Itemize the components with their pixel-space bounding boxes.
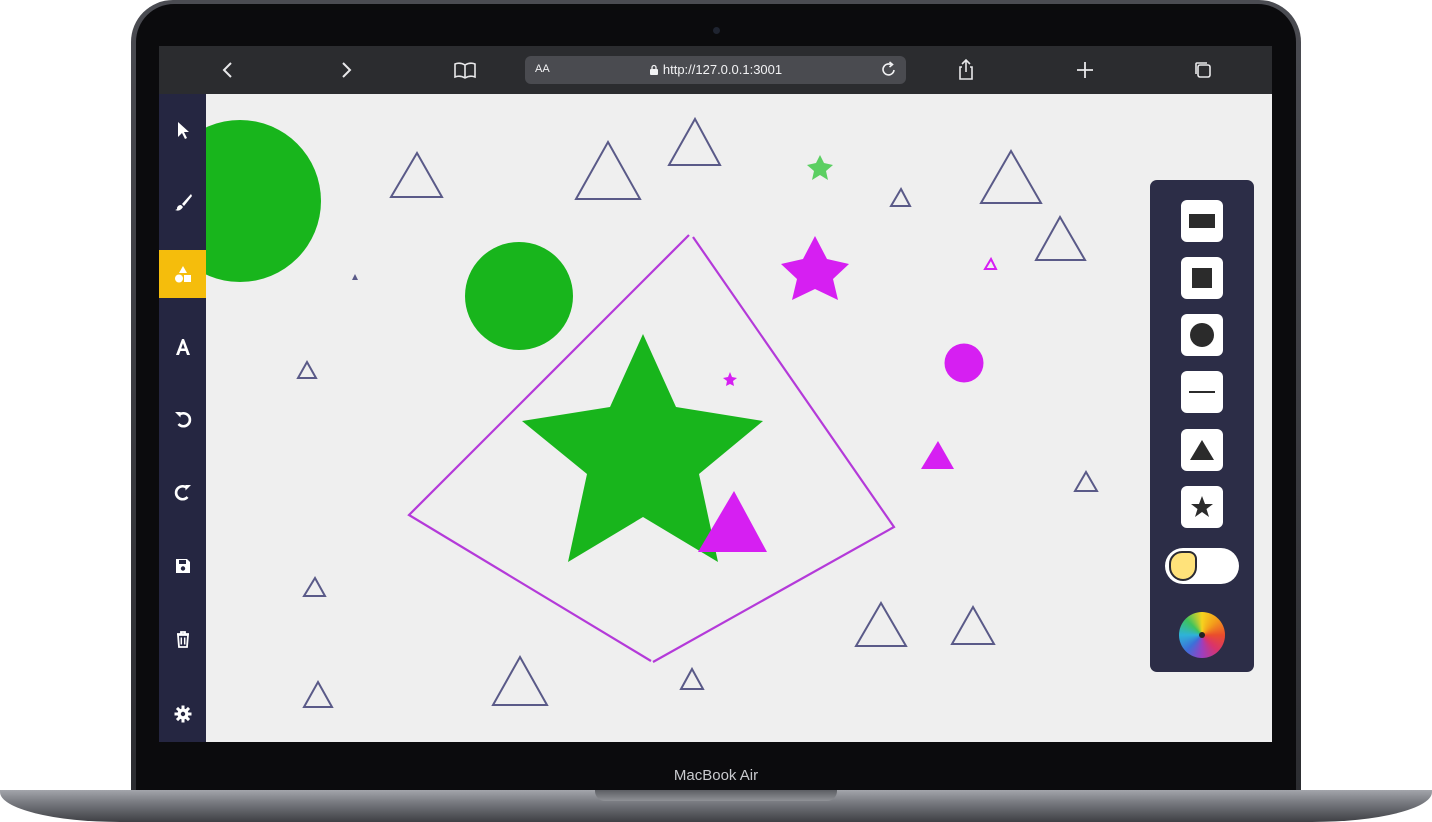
camera-icon xyxy=(713,27,720,34)
line-icon xyxy=(1189,391,1215,393)
circle-shape-button[interactable] xyxy=(1181,314,1223,356)
drawing-canvas[interactable] xyxy=(206,94,1272,742)
shape-triangle-outline[interactable] xyxy=(296,359,318,379)
shape-triangle[interactable] xyxy=(352,274,358,280)
toggle-knob xyxy=(1169,551,1197,581)
save-icon xyxy=(175,559,190,573)
settings-button[interactable] xyxy=(159,690,206,738)
chevron-right-icon[interactable] xyxy=(330,54,362,86)
shape-triangle-outline[interactable] xyxy=(389,151,444,198)
shape-triangle-outline[interactable] xyxy=(950,604,996,645)
fill-toggle[interactable] xyxy=(1165,548,1239,584)
undo-icon xyxy=(174,412,191,428)
shape-triangle-outline[interactable] xyxy=(302,576,327,597)
brush-icon xyxy=(174,194,192,211)
shape-star[interactable] xyxy=(807,155,833,180)
gear-icon xyxy=(174,705,191,723)
address-bar[interactable]: AA http://127.0.0.1:3001 xyxy=(525,56,906,84)
rectangle-icon xyxy=(1189,214,1215,228)
triangle-shape-button[interactable] xyxy=(1181,429,1223,471)
triangle-icon xyxy=(1190,440,1214,460)
shape-triangle-outline[interactable] xyxy=(302,679,334,708)
shape-triangle-outline[interactable] xyxy=(979,148,1043,204)
brush-tool-button[interactable] xyxy=(159,178,206,226)
text-icon xyxy=(175,339,190,355)
shape-triangle-outline[interactable] xyxy=(1073,470,1099,492)
shape-circle[interactable] xyxy=(944,343,984,383)
shapes-tool-button[interactable] xyxy=(159,250,206,298)
screen: AA http://127.0.0.1:3001 xyxy=(159,46,1272,742)
shape-star[interactable] xyxy=(723,372,737,386)
tabs-icon[interactable] xyxy=(1187,54,1219,86)
shape-circle[interactable] xyxy=(465,242,573,350)
left-toolbar xyxy=(159,94,206,742)
star-shape-button[interactable] xyxy=(1181,486,1223,528)
shapes-icon xyxy=(174,266,191,283)
delete-button[interactable] xyxy=(159,615,206,663)
star-icon xyxy=(1191,496,1213,517)
square-icon xyxy=(1192,268,1212,288)
select-tool-button[interactable] xyxy=(159,106,206,154)
shape-circle[interactable] xyxy=(206,120,321,282)
undo-button[interactable] xyxy=(159,395,206,443)
text-tool-button[interactable] xyxy=(159,323,206,371)
book-icon[interactable] xyxy=(449,54,481,86)
redo-button[interactable] xyxy=(159,468,206,516)
lock-icon xyxy=(649,64,658,75)
shape-triangle-outline[interactable] xyxy=(1034,214,1087,261)
shape-triangle-outline[interactable] xyxy=(574,139,642,200)
circle-icon xyxy=(1190,323,1214,347)
shape-triangle[interactable] xyxy=(921,441,954,469)
shape-palette xyxy=(1150,180,1254,672)
shape-triangle-outline[interactable] xyxy=(854,601,908,647)
color-wheel-icon[interactable] xyxy=(1179,612,1225,658)
shape-triangle-outline[interactable] xyxy=(491,654,549,706)
canvas-svg[interactable] xyxy=(206,94,1272,742)
browser-toolbar: AA http://127.0.0.1:3001 xyxy=(159,46,1272,94)
cursor-icon xyxy=(177,122,189,139)
share-icon[interactable] xyxy=(950,54,982,86)
rectangle-shape-button[interactable] xyxy=(1181,200,1223,242)
shape-triangle-outline[interactable] xyxy=(889,186,912,207)
line-shape-button[interactable] xyxy=(1181,371,1223,413)
laptop-notch xyxy=(595,790,837,801)
save-button[interactable] xyxy=(159,542,206,590)
laptop-mockup: MacBook Air AA http://127.0.0.1:3001 xyxy=(0,0,1432,822)
plus-icon[interactable] xyxy=(1069,54,1101,86)
shape-triangle-outline[interactable] xyxy=(667,116,722,166)
shape-triangle-outline[interactable] xyxy=(679,666,705,690)
trash-icon xyxy=(176,631,189,648)
square-shape-button[interactable] xyxy=(1181,257,1223,299)
url-text: http://127.0.0.1:3001 xyxy=(525,62,906,77)
laptop-brand: MacBook Air xyxy=(673,767,759,784)
color-wheel-center xyxy=(1199,632,1205,638)
reload-icon[interactable] xyxy=(880,59,898,84)
redo-icon xyxy=(174,485,191,501)
shape-star[interactable] xyxy=(781,236,849,300)
chevron-left-icon[interactable] xyxy=(212,54,244,86)
shape-triangle-outline[interactable] xyxy=(983,256,998,270)
